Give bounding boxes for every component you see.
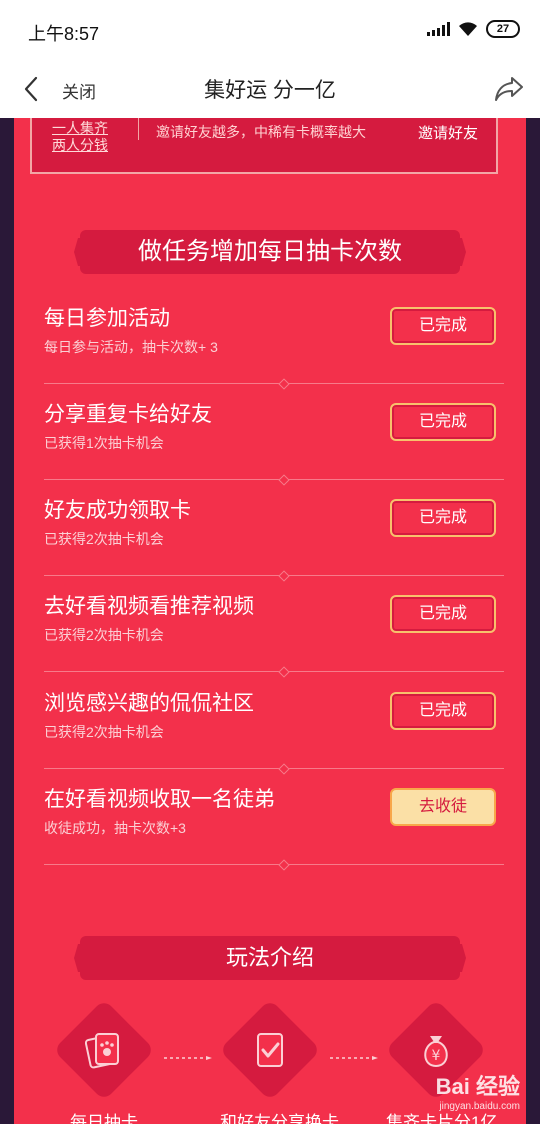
invite-friends-button[interactable]: 邀请好友 [418, 122, 478, 143]
task-subtitle: 已获得1次抽卡机会 [44, 435, 164, 451]
svg-text:¥: ¥ [432, 1048, 441, 1064]
task-status-button[interactable]: 已完成 [390, 307, 496, 345]
flow-step-badge [53, 999, 155, 1101]
task-title: 浏览感兴趣的侃侃社区 [44, 692, 254, 715]
task-subtitle: 收徒成功，抽卡次数+3 [44, 820, 186, 836]
task-item: 好友成功领取卡 已获得2次抽卡机会 已完成 [30, 480, 504, 582]
invite-hint: 邀请好友越多，中稀有卡概率越大 [156, 124, 366, 140]
task-status-button[interactable]: 已完成 [390, 403, 496, 441]
flow-step-label: 每日抽卡 [70, 1113, 138, 1124]
cards-icon [84, 1033, 119, 1069]
banner-ornament-icon [74, 944, 90, 972]
task-subtitle: 已获得2次抽卡机会 [44, 531, 164, 547]
dotted-arrow-icon [330, 1056, 378, 1060]
battery-icon: 27 [486, 20, 520, 38]
status-bar: 上午8:57 27 [0, 0, 540, 62]
watermark-url: jingyan.baidu.com [439, 1101, 520, 1112]
task-title: 分享重复卡给好友 [44, 403, 212, 426]
flow-step: 和好友分享换卡 [219, 999, 339, 1124]
invite-box: 一人集齐 两人分钱 邀请好友越多，中稀有卡概率越大 邀请好友 [30, 118, 498, 174]
nav-bar: 关闭 集好运 分一亿 [0, 62, 540, 118]
flow-step: 每日抽卡 [53, 999, 155, 1124]
dotted-arrow-icon [164, 1056, 212, 1060]
checkmark-card-icon [257, 1033, 283, 1067]
task-title: 去好看视频看推荐视频 [44, 595, 254, 618]
task-item: 在好看视频收取一名徒弟 收徒成功，抽卡次数+3 去收徒 [30, 769, 504, 871]
status-time: 上午8:57 [28, 24, 100, 44]
status-icons: 27 [427, 20, 520, 38]
share-icon[interactable] [492, 72, 526, 106]
task-title: 在好看视频收取一名徒弟 [44, 788, 275, 811]
task-status-button[interactable]: 已完成 [390, 692, 496, 730]
task-subtitle: 每日参与活动，抽卡次数+ 3 [44, 339, 218, 355]
banner-ornament-icon [74, 238, 90, 266]
banner-ornament-icon [450, 238, 466, 266]
tasks-section-banner: 做任务增加每日抽卡次数 [74, 230, 466, 274]
task-status-button[interactable]: 已完成 [390, 595, 496, 633]
rules-section-banner: 玩法介绍 [74, 936, 466, 980]
back-arrow-icon[interactable] [18, 74, 46, 104]
task-title: 好友成功领取卡 [44, 499, 191, 522]
task-item: 浏览感兴趣的侃侃社区 已获得2次抽卡机会 已完成 [30, 673, 504, 775]
money-bag-icon: ¥ [424, 1036, 448, 1068]
divider [138, 118, 139, 140]
task-item: 每日参加活动 每日参与活动，抽卡次数+ 3 已完成 [30, 288, 504, 390]
flow-step-badge [219, 999, 321, 1101]
watermark-logo: Bai 经验 [435, 1074, 520, 1099]
invite-link-line1: 一人集齐 [52, 120, 108, 136]
invite-link-line2: 两人分钱 [52, 137, 108, 153]
task-item: 分享重复卡给好友 已获得1次抽卡机会 已完成 [30, 384, 504, 486]
banner-ornament-icon [450, 944, 466, 972]
watermark: Bai 经验 jingyan.baidu.com [436, 1069, 520, 1112]
divider [44, 859, 504, 871]
close-button[interactable]: 关闭 [62, 78, 96, 103]
task-subtitle: 已获得2次抽卡机会 [44, 627, 164, 643]
page-content: 一人集齐 两人分钱 邀请好友越多，中稀有卡概率越大 邀请好友 做任务增加每日抽卡… [0, 118, 540, 1124]
flow-step-label: 和好友分享换卡 [220, 1113, 339, 1124]
rules-section-title: 玩法介绍 [225, 945, 314, 970]
task-subtitle: 已获得2次抽卡机会 [44, 724, 164, 740]
signal-icon [427, 22, 450, 36]
divider [44, 666, 504, 678]
task-title: 每日参加活动 [44, 307, 170, 330]
task-item: 去好看视频看推荐视频 已获得2次抽卡机会 已完成 [30, 576, 504, 678]
wifi-icon [459, 22, 477, 36]
invite-rules-link[interactable]: 一人集齐 两人分钱 [52, 120, 108, 154]
recruit-apprentice-button[interactable]: 去收徒 [390, 788, 496, 826]
task-status-button[interactable]: 已完成 [390, 499, 496, 537]
tasks-section-title: 做任务增加每日抽卡次数 [138, 238, 402, 265]
